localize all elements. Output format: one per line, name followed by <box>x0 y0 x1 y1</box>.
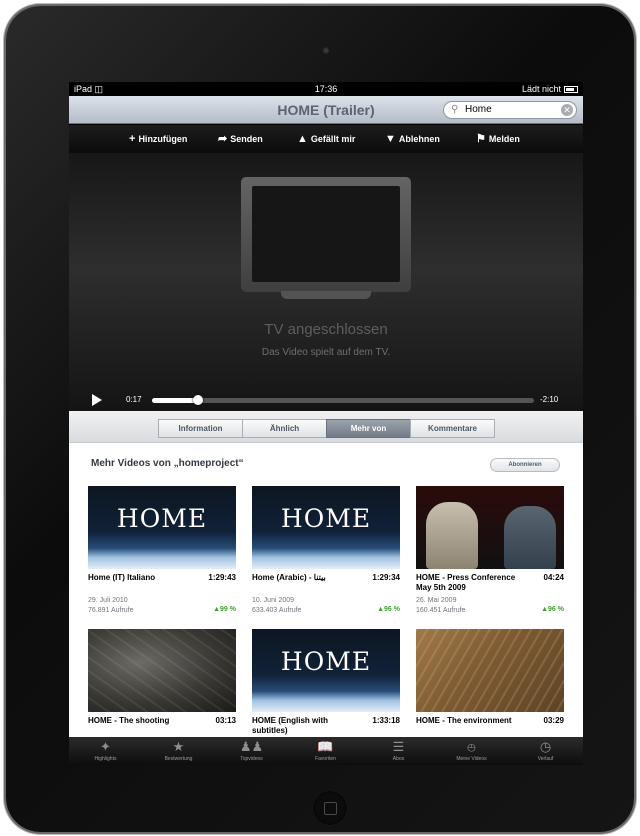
add-button[interactable]: + Hinzufügen <box>129 125 187 153</box>
video-thumbnail[interactable]: HOME <box>88 486 236 569</box>
tab-bar: ✦ Highlights ★ Bestwertung ♟♟ Topvideos 📖 Fa… <box>69 737 583 765</box>
video-thumbnail[interactable]: HOME <box>252 486 400 569</box>
tab-history[interactable]: ◷ Verlauf <box>509 737 582 765</box>
content-area: Information Ähnlich Mehr von Kommentare … <box>69 411 583 737</box>
battery-icon <box>564 86 578 93</box>
star-icon: ★ <box>172 739 185 754</box>
tab-my-videos[interactable]: ⦺ Meine Videos <box>435 737 508 765</box>
video-date: 29. Juli 2010 <box>88 597 128 604</box>
status-bar: iPad ◫ 17:36 Lädt nicht <box>69 82 583 96</box>
video-title: Home (Arabic) - بيتنا <box>252 573 326 582</box>
video-thumbnail[interactable] <box>416 629 564 712</box>
book-icon: 📖 <box>317 739 334 754</box>
scrubber[interactable] <box>152 395 534 405</box>
video-duration: 1:33:18 <box>372 716 400 725</box>
navigation-bar: HOME (Trailer) ⚲ Home ✕ <box>69 96 583 124</box>
tv-connected-subtitle: Das Video spielt auf dem TV. <box>261 347 391 358</box>
thumbs-up-icon: ▲ <box>541 606 549 613</box>
video-player[interactable]: TV angeschlossen Das Video spielt auf de… <box>69 153 583 411</box>
like-button[interactable]: ▲ Gefällt mir <box>297 125 355 153</box>
speaker-figure <box>504 506 556 569</box>
video-title: HOME - The shooting <box>88 716 170 725</box>
player-controls: 0:17 -2:10 <box>69 393 583 407</box>
search-field[interactable]: ⚲ Home ✕ <box>443 101 577 119</box>
tv-connected-title: TV angeschlossen <box>264 321 388 338</box>
subscribe-button[interactable]: Abonnieren <box>490 458 560 472</box>
thumbs-down-icon: ▼ <box>385 133 396 145</box>
video-date: 26. Mai 2009 <box>416 597 457 604</box>
scrubber-fill <box>152 398 198 403</box>
tab-highlights[interactable]: ✦ Highlights <box>69 737 142 765</box>
tab-most-viewed[interactable]: ♟♟ Topvideos <box>215 737 288 765</box>
segmented-control: Information Ähnlich Mehr von Kommentare <box>69 411 583 443</box>
remaining-time: -2:10 <box>540 395 559 404</box>
home-button[interactable] <box>313 791 347 825</box>
segment-more-from[interactable]: Mehr von <box>326 419 411 438</box>
subscriptions-icon: ☰ <box>392 739 405 754</box>
scrubber-handle[interactable] <box>192 395 203 405</box>
video-duration: 03:29 <box>543 716 564 725</box>
screen: iPad ◫ 17:36 Lädt nicht HOME (Trailer) ⚲… <box>69 82 583 765</box>
speaker-figure <box>426 502 478 569</box>
video-date: 10. Juni 2009 <box>252 597 295 604</box>
video-thumbnail[interactable] <box>416 486 564 569</box>
share-icon: ➦ <box>218 133 228 145</box>
elapsed-time: 0:17 <box>126 395 142 404</box>
tv-icon <box>241 177 411 292</box>
flag-button[interactable]: ⚑ Melden <box>476 125 520 153</box>
tab-top-rated[interactable]: ★ Bestwertung <box>142 737 215 765</box>
share-button[interactable]: ➦ Senden <box>218 125 263 153</box>
highlights-icon: ✦ <box>100 739 111 754</box>
video-title: HOME - The environment <box>416 716 512 725</box>
segment-similar[interactable]: Ähnlich <box>242 419 327 438</box>
video-views: 76.891 Aufrufe <box>88 607 134 614</box>
segment-comments[interactable]: Kommentare <box>410 419 495 438</box>
video-views: 633.403 Aufrufe <box>252 607 302 614</box>
video-duration: 03:13 <box>215 716 236 725</box>
thumbs-up-icon: ▲ <box>297 133 308 145</box>
tab-favorites[interactable]: 📖 Favoriten <box>289 737 362 765</box>
segment-information[interactable]: Information <box>158 419 243 438</box>
thumbs-up-icon: ▲ <box>213 606 221 613</box>
video-thumbnail[interactable] <box>88 629 236 712</box>
search-input[interactable]: Home <box>465 102 492 118</box>
video-thumbnail[interactable]: HOME <box>252 629 400 712</box>
video-rating: ▲99 % <box>213 606 236 613</box>
status-time: 17:36 <box>314 84 338 94</box>
plus-icon: + <box>129 133 136 145</box>
video-duration: 04:24 <box>543 573 564 582</box>
video-rating: ▲96 % <box>377 606 400 613</box>
play-icon[interactable] <box>92 394 102 406</box>
clear-search-icon[interactable]: ✕ <box>561 104 573 116</box>
users-icon: ♟♟ <box>239 739 264 754</box>
tab-subscriptions[interactable]: ☰ Abos <box>362 737 435 765</box>
tv-stand <box>281 291 371 299</box>
search-icon: ⚲ <box>451 104 459 115</box>
flag-icon: ⚑ <box>476 133 486 145</box>
charging-status: Lädt nicht <box>522 82 578 96</box>
action-bar: + Hinzufügen ➦ Senden ▲ Gefällt mir ▼ Ablehn… <box>69 125 583 153</box>
section-title: Mehr Videos von „homeproject“ <box>91 458 244 469</box>
video-title: HOME (English with subtitles) <box>252 716 328 735</box>
video-title: HOME - Press Conference May 5th 2009 <box>416 573 516 592</box>
clock-icon: ◷ <box>539 739 552 754</box>
video-duration: 1:29:34 <box>372 573 400 582</box>
upload-icon: ⦺ <box>467 739 476 754</box>
camera-icon <box>322 47 330 54</box>
dislike-button[interactable]: ▼ Ablehnen <box>385 125 440 153</box>
thumbs-up-icon: ▲ <box>377 606 385 613</box>
video-title: Home (IT) Italiano <box>88 573 156 582</box>
video-views: 160.451 Aufrufe <box>416 607 466 614</box>
video-rating: ▲96 % <box>541 606 564 613</box>
video-duration: 1:29:43 <box>208 573 236 582</box>
